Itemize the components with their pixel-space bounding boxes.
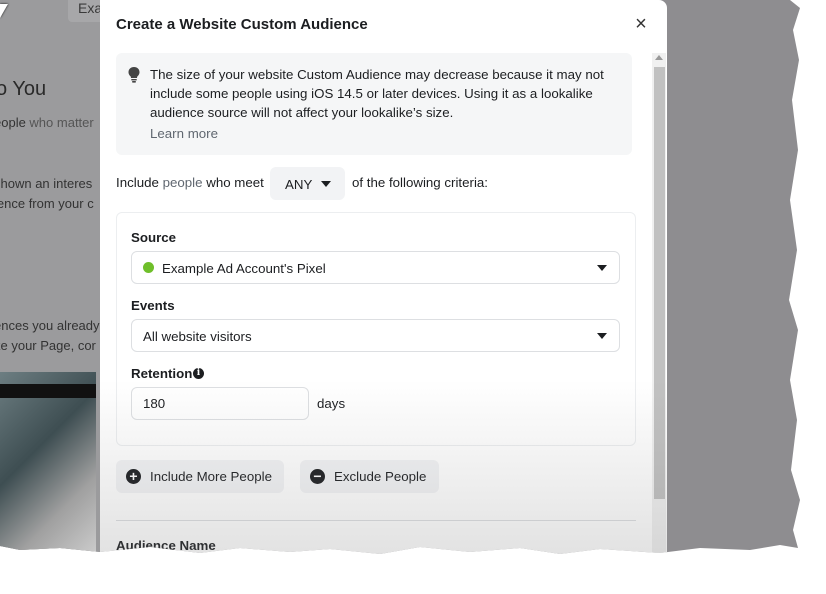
audience-name-label: Audience Name bbox=[116, 538, 216, 553]
source-value: Example Ad Account's Pixel bbox=[162, 261, 326, 276]
criteria-text: Include bbox=[116, 175, 163, 190]
events-value: All website visitors bbox=[143, 329, 252, 344]
background-image-bar bbox=[0, 384, 96, 398]
chevron-down-icon bbox=[597, 265, 607, 271]
retention-label: Retention bbox=[131, 366, 193, 381]
background-text-muted: who matter bbox=[29, 115, 94, 130]
mouse-cursor-icon bbox=[0, 4, 8, 18]
events-dropdown[interactable]: All website visitors bbox=[131, 319, 620, 352]
background-page: Exa o You eople who matter shown an inte… bbox=[0, 0, 108, 554]
section-divider bbox=[116, 520, 636, 521]
background-text: ences you already bbox=[0, 318, 100, 333]
match-value: ANY bbox=[285, 177, 313, 192]
events-label: Events bbox=[131, 298, 175, 313]
screenshot-area: Exa o You eople who matter shown an inte… bbox=[0, 0, 800, 560]
scroll-up-arrow-icon[interactable] bbox=[655, 55, 663, 60]
criteria-prefix: Include people who meet bbox=[116, 175, 264, 190]
status-dot-icon bbox=[143, 262, 154, 273]
audience-name-input[interactable] bbox=[116, 558, 636, 560]
custom-audience-dialog: Create a Website Custom Audience × The s… bbox=[100, 0, 667, 560]
close-icon[interactable]: × bbox=[630, 14, 652, 36]
dialog-title: Create a Website Custom Audience bbox=[116, 16, 368, 33]
background-text-part: eople bbox=[0, 115, 26, 130]
background-text: eople who matter bbox=[0, 115, 94, 130]
chevron-down-icon bbox=[597, 333, 607, 339]
criteria-people-text: people bbox=[162, 175, 203, 190]
source-label: Source bbox=[131, 230, 177, 245]
scrollbar-thumb[interactable] bbox=[654, 67, 665, 499]
learn-more-link[interactable]: Learn more bbox=[150, 126, 218, 141]
background-text: ke your Page, cor bbox=[0, 338, 96, 353]
retention-input[interactable] bbox=[131, 387, 309, 420]
dialog-scrollbar[interactable] bbox=[652, 53, 666, 554]
info-icon[interactable]: i bbox=[193, 368, 204, 379]
minus-circle-icon: − bbox=[310, 469, 325, 484]
background-image bbox=[0, 372, 96, 554]
include-more-people-label: Include More People bbox=[150, 469, 272, 484]
retention-unit: days bbox=[317, 396, 346, 411]
background-text: ience from your c bbox=[0, 196, 94, 211]
plus-circle-icon: + bbox=[126, 469, 141, 484]
background-text: shown an interes bbox=[0, 176, 93, 191]
chevron-down-icon bbox=[321, 181, 331, 187]
exclude-people-button[interactable]: − Exclude People bbox=[300, 460, 439, 493]
criteria-suffix: of the following criteria: bbox=[352, 175, 488, 190]
include-more-people-button[interactable]: + Include More People bbox=[116, 460, 284, 493]
lightbulb-icon bbox=[128, 67, 140, 83]
exclude-people-label: Exclude People bbox=[334, 469, 427, 484]
ios-notice: The size of your website Custom Audience… bbox=[116, 53, 632, 155]
source-dropdown[interactable]: Example Ad Account's Pixel bbox=[131, 251, 620, 284]
notice-text: The size of your website Custom Audience… bbox=[150, 67, 604, 120]
background-heading: o You bbox=[0, 78, 47, 100]
match-any-dropdown[interactable]: ANY bbox=[270, 167, 345, 200]
criteria-text: who meet bbox=[202, 175, 264, 190]
